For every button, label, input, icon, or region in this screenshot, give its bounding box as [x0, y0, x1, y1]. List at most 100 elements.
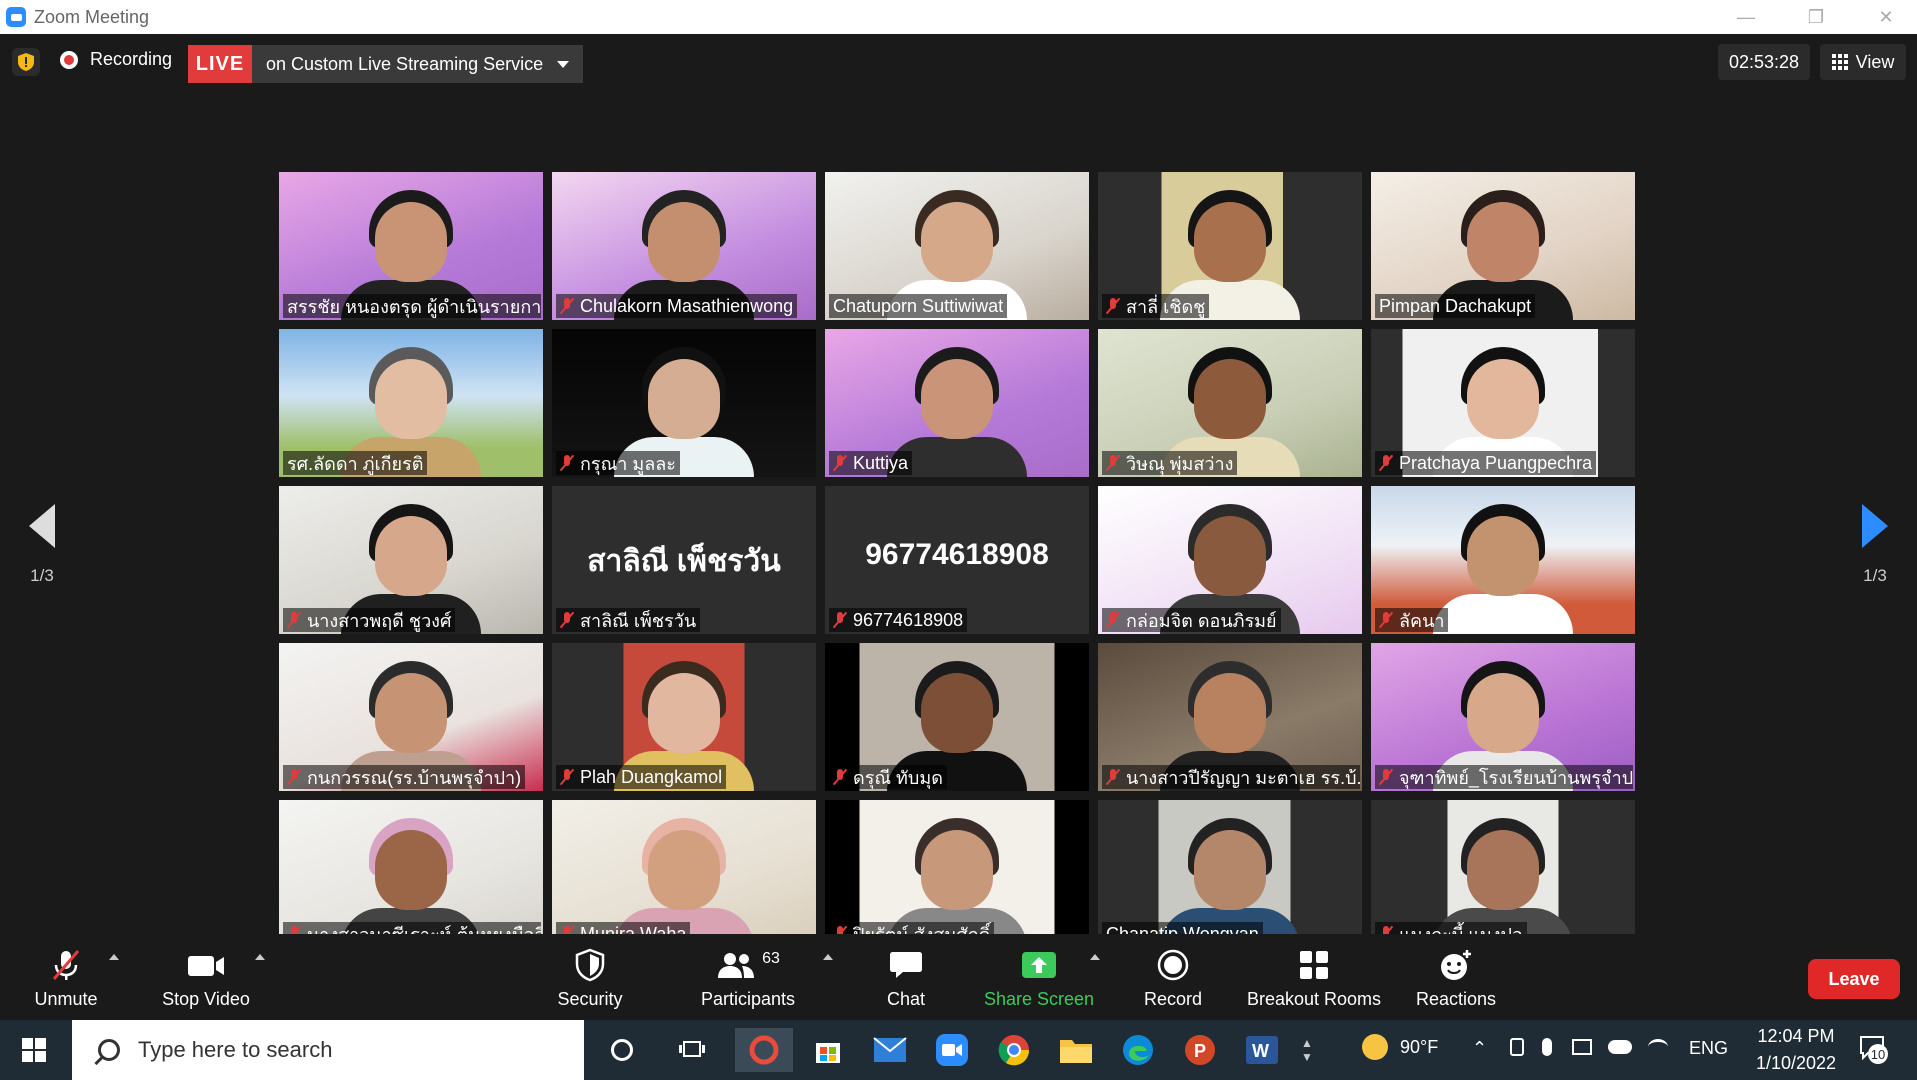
participant-tile[interactable]: 96774618908 96774618908	[825, 486, 1089, 634]
record-button[interactable]: Record	[1134, 940, 1212, 1016]
participant-name-label: กล่อมจิต ดอนภิรมย์	[1102, 608, 1281, 632]
zoom-logo-icon	[6, 7, 26, 27]
participant-face	[1467, 202, 1539, 282]
participant-display-name: สาลิณี เพ็ชรวัน	[587, 545, 781, 578]
participant-tile[interactable]: กรุณา มูลละ	[552, 329, 816, 477]
live-badge[interactable]: LIVE	[188, 45, 252, 83]
participant-tile[interactable]: ดรุณี ทับมุด	[825, 643, 1089, 791]
participant-tile[interactable]: สาลี่ เชิดชู	[1098, 172, 1362, 320]
participant-face	[1194, 516, 1266, 596]
participant-name: สรรชัย หนองตรุด ผู้ดำเนินรายการ	[287, 296, 541, 317]
participants-count: 63	[762, 950, 780, 967]
file-explorer-icon[interactable]	[1048, 1028, 1104, 1072]
taskbar-search-input[interactable]: Type here to search	[72, 1020, 584, 1080]
chat-button[interactable]: Chat	[870, 940, 942, 1016]
share-options-chevron-icon[interactable]	[1090, 954, 1100, 960]
close-icon[interactable]: ✕	[1851, 0, 1917, 34]
leave-button[interactable]: Leave	[1808, 959, 1900, 999]
language-indicator[interactable]: ENG	[1689, 1038, 1728, 1059]
weather-widget[interactable]: 90°F	[1362, 1034, 1438, 1060]
video-camera-icon	[186, 947, 226, 983]
mail-icon[interactable]	[862, 1028, 918, 1072]
stop-video-label: Stop Video	[162, 989, 250, 1009]
participant-name: Pimpan Dachakupt	[1379, 295, 1532, 316]
participant-name-label: กนกวรรณ(รร.บ้านพรุจำปา)	[283, 765, 526, 789]
audio-options-chevron-icon[interactable]	[109, 954, 119, 960]
participant-tile[interactable]: Chanatip Wongvan	[1098, 800, 1362, 948]
participant-tile[interactable]: รศ.ลัดดา ภู่เกียรติ	[279, 329, 543, 477]
microphone-muted-icon	[48, 947, 84, 983]
security-button[interactable]: Security	[548, 940, 632, 1016]
word-icon[interactable]: W	[1234, 1028, 1290, 1072]
participant-tile[interactable]: ลัคนา	[1371, 486, 1635, 634]
taskbar-scroll-icon[interactable]: ▲ ▼	[1296, 1028, 1318, 1072]
clock[interactable]: 12:04 PM 1/10/2022	[1748, 1026, 1844, 1074]
record-dot-icon	[60, 50, 78, 69]
microphone-muted-icon	[560, 297, 574, 315]
view-button[interactable]: View	[1820, 44, 1906, 80]
minimize-icon[interactable]: —	[1711, 0, 1781, 34]
participant-tile[interactable]: กล่อมจิต ดอนภิรมย์	[1098, 486, 1362, 634]
participant-tile[interactable]: นางสาวนาซีเราะห์ ต้นหยงมือลี	[279, 800, 543, 948]
participant-tile[interactable]: นางสาวพฤดี ชูวงศ์	[279, 486, 543, 634]
next-page-button[interactable]: 1/3	[1845, 504, 1905, 586]
system-tray-icons[interactable]	[1510, 1038, 1668, 1056]
participants-options-chevron-icon[interactable]	[823, 954, 833, 960]
participant-name-label: สาลี่ เชิดชู	[1102, 294, 1210, 318]
participant-face	[921, 202, 993, 282]
participant-tile[interactable]: ปิยรัตน์ สังสมศักดิ์	[825, 800, 1089, 948]
participant-face	[1194, 202, 1266, 282]
participant-face	[375, 359, 447, 439]
video-options-chevron-icon[interactable]	[255, 954, 265, 960]
participant-tile[interactable]: Munira Waha	[552, 800, 816, 948]
powerpoint-icon[interactable]: P	[1172, 1028, 1228, 1072]
stop-video-button[interactable]: Stop Video	[150, 940, 262, 1016]
participant-name-label: ลัคนา	[1375, 608, 1449, 632]
arrow-right-icon	[1862, 504, 1888, 548]
participant-tile[interactable]: จุฑาทิพย์_โรงเรียนบ้านพรุจำปา	[1371, 643, 1635, 791]
participant-tile[interactable]: Pimpan Dachakupt	[1371, 172, 1635, 320]
microphone-muted-icon	[560, 768, 574, 786]
participants-button[interactable]: 63 Participants	[694, 940, 802, 1016]
participant-tile[interactable]: Pratchaya Puangpechra	[1371, 329, 1635, 477]
participant-tile[interactable]: นางสาวปีรัญญา มะตาเฮ รร.บ้...	[1098, 643, 1362, 791]
participant-tile[interactable]: Kuttiya	[825, 329, 1089, 477]
restore-icon[interactable]: ❐	[1781, 0, 1851, 34]
microsoft-store-icon[interactable]	[800, 1028, 856, 1072]
microphone-muted-icon	[833, 611, 847, 629]
participant-name-label: 96774618908	[829, 608, 968, 632]
task-view-icon[interactable]	[668, 1028, 716, 1072]
unmute-button[interactable]: Unmute	[22, 940, 110, 1016]
participant-name: กนกวรรณ(รร.บ้านพรุจำปา)	[307, 767, 522, 788]
edge-icon[interactable]	[1110, 1028, 1166, 1072]
cortana-icon[interactable]	[600, 1028, 644, 1072]
security-shield-icon[interactable]	[12, 48, 40, 76]
participant-tile[interactable]: แมงกะบี้ แมงปอ	[1371, 800, 1635, 948]
share-screen-button[interactable]: Share Screen	[980, 940, 1098, 1016]
participant-face	[1194, 673, 1266, 753]
breakout-rooms-button[interactable]: Breakout Rooms	[1244, 940, 1384, 1016]
previous-page-button[interactable]: 1/3	[12, 504, 72, 586]
search-icon	[98, 1039, 120, 1061]
notifications-button[interactable]: 10	[1858, 1034, 1888, 1064]
reactions-button[interactable]: Reactions	[1410, 940, 1502, 1016]
live-stream-dropdown[interactable]: on Custom Live Streaming Service	[252, 45, 584, 83]
recording-indicator[interactable]: Recording	[60, 49, 172, 70]
participant-tile[interactable]: สาลิณี เพ็ชรวัน สาลิณี เพ็ชรวัน	[552, 486, 816, 634]
share-screen-icon	[1020, 947, 1058, 983]
chrome-icon[interactable]	[986, 1028, 1042, 1072]
participant-face	[648, 830, 720, 910]
microphone-muted-icon	[1106, 297, 1120, 315]
participant-tile[interactable]: Chulakorn Masathienwong	[552, 172, 816, 320]
zoom-app-icon[interactable]	[924, 1028, 980, 1072]
participant-tile[interactable]: Chatuporn Suttiwiwat	[825, 172, 1089, 320]
windows-start-icon[interactable]	[14, 1028, 54, 1072]
stream-label: on Custom Live Streaming Service	[266, 53, 544, 74]
tray-chevron-icon[interactable]: ⌃	[1472, 1038, 1487, 1059]
participant-tile[interactable]: Plah Duangkamol	[552, 643, 816, 791]
participant-tile[interactable]: กนกวรรณ(รร.บ้านพรุจำปา)	[279, 643, 543, 791]
participant-tile[interactable]: สรรชัย หนองตรุด ผู้ดำเนินรายการ	[279, 172, 543, 320]
photo-app-icon[interactable]	[735, 1028, 793, 1072]
participant-tile[interactable]: วิษณุ พุ่มสว่าง	[1098, 329, 1362, 477]
page-indicator-left: 1/3	[30, 566, 54, 585]
